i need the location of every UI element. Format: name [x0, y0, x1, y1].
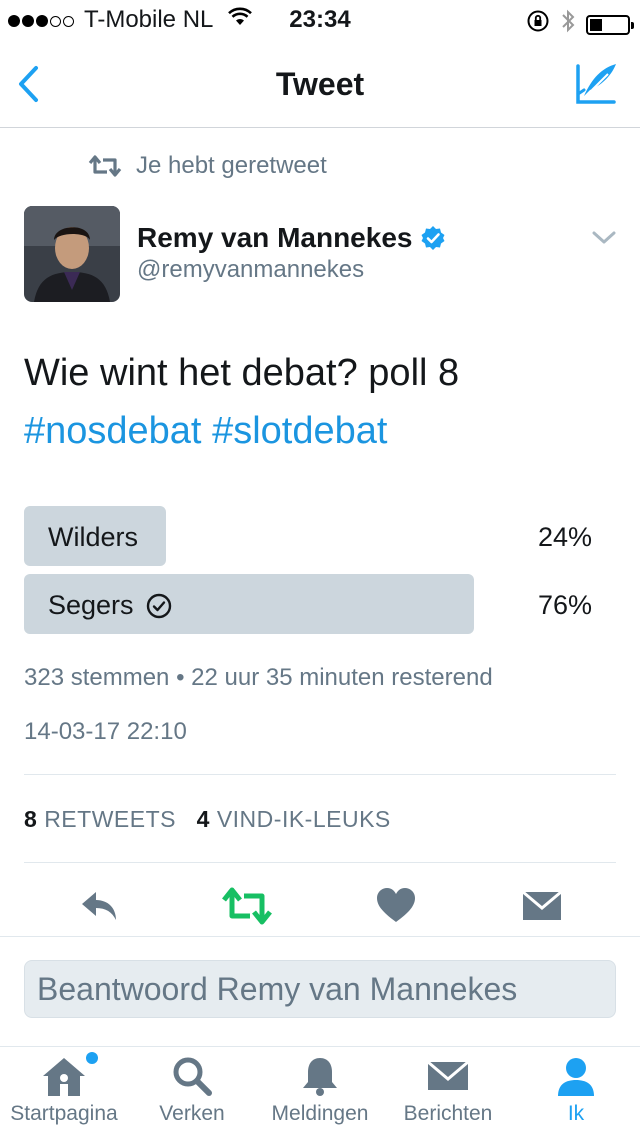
tab-label: Ik [567, 1102, 585, 1125]
tweet-stats: 8 RETWEETS 4 VIND-IK-LEUKS [24, 806, 391, 833]
tab-label: Meldingen [271, 1102, 369, 1125]
poll-option-percent: 24% [537, 522, 592, 552]
person-icon [558, 1058, 594, 1096]
poll: Wilders 24% Segers 76% [24, 506, 616, 642]
reply-icon[interactable] [78, 884, 122, 928]
tab-messages[interactable]: Berichten [384, 1048, 512, 1136]
compose-tweet-icon[interactable] [574, 60, 620, 106]
retweets-stat[interactable]: 8 RETWEETS [24, 806, 176, 832]
tweet-text: Wie wint het debat? poll 8 #nosdebat #sl… [24, 344, 614, 460]
page-title: Tweet [275, 66, 365, 102]
checkmark-circle-icon [146, 593, 171, 618]
author-name[interactable]: Remy van Mannekes [137, 222, 446, 254]
poll-option-text: Wilders [48, 522, 139, 552]
bluetooth-icon [560, 8, 576, 41]
tab-label: Startpagina [10, 1102, 118, 1125]
verified-badge-icon [421, 226, 445, 250]
chevron-down-icon[interactable] [592, 230, 616, 251]
poll-option-label: Segers [48, 590, 172, 621]
poll-option: Wilders 24% [24, 506, 616, 566]
divider [24, 862, 616, 863]
search-icon [173, 1057, 212, 1096]
hashtags: #nosdebat #slotdebat [24, 402, 614, 460]
bell-icon [303, 1058, 337, 1096]
hashtag-link[interactable]: #slotdebat [212, 410, 387, 452]
likes-stat[interactable]: 4 VIND-IK-LEUKS [197, 806, 391, 832]
likes-label: VIND-IK-LEUKS [216, 806, 391, 832]
retweet-icon[interactable] [222, 884, 272, 928]
envelope-icon [427, 1060, 469, 1090]
tab-me[interactable]: Ik [512, 1048, 640, 1136]
poll-option: Segers 76% [24, 574, 616, 634]
divider [24, 774, 616, 775]
poll-option-label: Wilders [48, 522, 138, 553]
poll-option-text: Segers [48, 590, 134, 620]
divider [0, 936, 640, 937]
retweet-context-label: Je hebt geretweet [136, 152, 327, 179]
tweet-timestamp: 14-03-17 22:10 [24, 718, 187, 745]
retweet-context: Je hebt geretweet [88, 152, 327, 180]
tweet-actions [0, 884, 640, 934]
tab-label: Berichten [403, 1102, 493, 1125]
notification-dot [86, 1052, 98, 1064]
tab-home[interactable]: Startpagina [0, 1048, 128, 1136]
status-bar: T-Mobile NL 23:34 [0, 0, 640, 40]
author-handle[interactable]: @remyvanmannekes [137, 256, 364, 284]
status-right [526, 8, 634, 41]
rotation-lock-icon [526, 9, 550, 40]
reply-input[interactable]: Beantwoord Remy van Mannekes [24, 960, 616, 1018]
hashtag-link[interactable]: #nosdebat [24, 410, 202, 452]
nav-bar: Tweet [0, 40, 640, 128]
heart-icon[interactable] [374, 884, 418, 928]
tab-label: Verken [159, 1102, 225, 1125]
tab-bar: Startpagina Verken Meldingen Berichten I… [0, 1048, 640, 1136]
home-icon [43, 1058, 85, 1096]
battery-icon [586, 14, 634, 35]
retweet-context-icon [88, 155, 122, 177]
retweets-label: RETWEETS [44, 806, 176, 832]
divider [0, 1046, 640, 1047]
likes-count: 4 [196, 806, 210, 832]
avatar[interactable] [24, 206, 120, 302]
retweets-count: 8 [24, 806, 38, 832]
poll-option-percent: 76% [537, 590, 592, 620]
author-name-text: Remy van Mannekes [137, 222, 413, 253]
tab-notifications[interactable]: Meldingen [256, 1048, 384, 1136]
tweet-body: Wie wint het debat? poll 8 [24, 352, 460, 394]
tab-explore[interactable]: Verken [128, 1048, 256, 1136]
envelope-icon[interactable] [520, 884, 564, 928]
poll-meta: 323 stemmen • 22 uur 35 minuten resteren… [24, 664, 493, 691]
